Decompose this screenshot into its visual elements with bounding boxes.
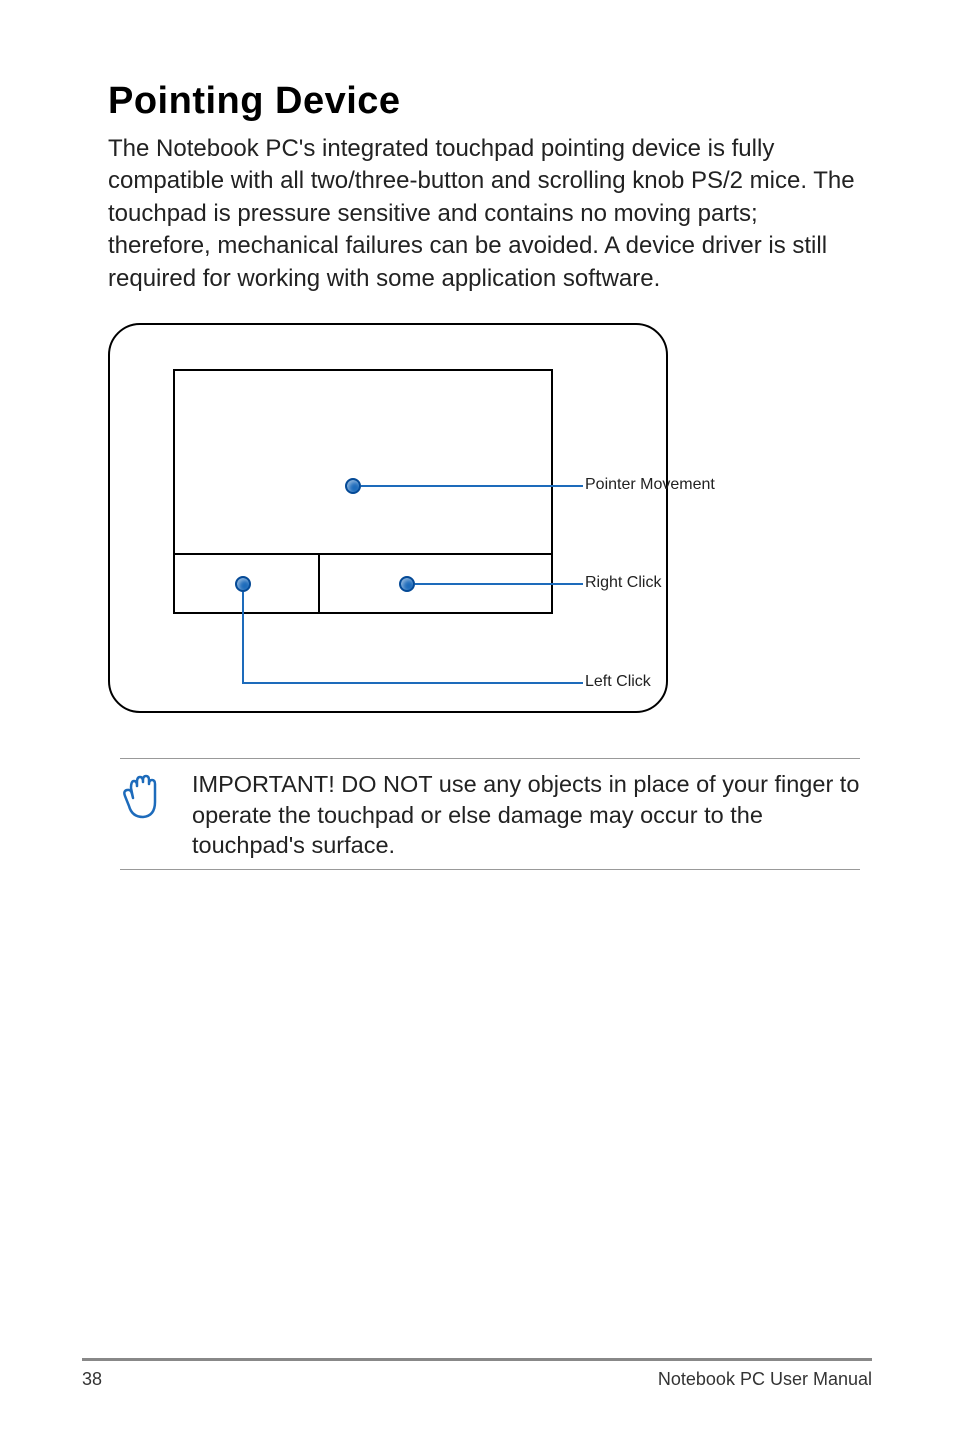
touchpad-button-divider — [318, 553, 320, 614]
pointer-movement-dot — [345, 478, 361, 494]
hand-stop-icon — [120, 771, 162, 819]
callout-line — [415, 583, 583, 585]
touchpad-diagram: Pointer Movement Right Click Left Click — [108, 323, 758, 723]
pointer-movement-label: Pointer Movement — [585, 476, 715, 494]
callout-line — [242, 592, 244, 684]
body-paragraph: The Notebook PC's integrated touchpad po… — [108, 133, 862, 295]
manual-title: Notebook PC User Manual — [658, 1369, 872, 1390]
callout-line — [361, 485, 583, 487]
touchpad-outline — [173, 369, 553, 614]
touchpad-horizontal-divider — [173, 553, 553, 555]
left-click-dot — [235, 576, 251, 592]
right-click-label: Right Click — [585, 574, 661, 592]
right-click-dot — [399, 576, 415, 592]
section-heading: Pointing Device — [108, 80, 862, 123]
page-number: 38 — [82, 1369, 102, 1390]
left-click-label: Left Click — [585, 673, 651, 691]
note-text: IMPORTANT! DO NOT use any objects in pla… — [192, 769, 860, 861]
footer-rule — [82, 1358, 872, 1361]
important-note: IMPORTANT! DO NOT use any objects in pla… — [120, 758, 860, 870]
callout-line — [242, 682, 583, 684]
page-footer: 38 Notebook PC User Manual — [82, 1358, 872, 1390]
